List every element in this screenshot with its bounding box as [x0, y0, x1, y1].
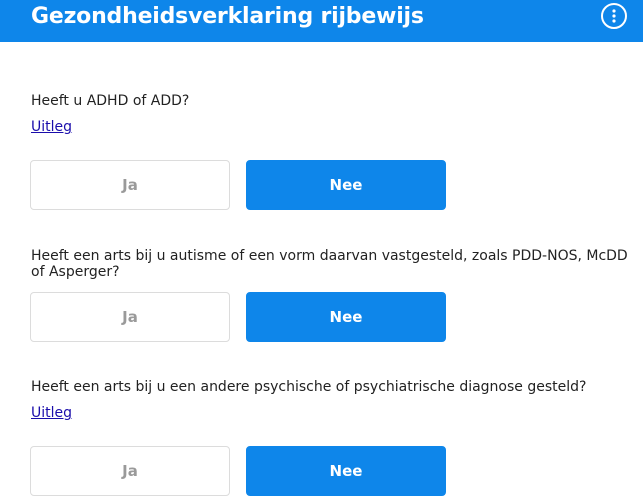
question-adhd: Heeft u ADHD of ADD? [31, 93, 190, 109]
question-autisme: Heeft een arts bij u autisme of een vorm… [31, 248, 628, 280]
question-psychische-diagnose: Heeft een arts bij u een andere psychisc… [31, 379, 587, 395]
answer-nee-button-autisme[interactable]: Nee [246, 292, 446, 342]
answer-ja-button-adhd[interactable]: Ja [30, 160, 230, 210]
answer-nee-button-psychische-diagnose[interactable]: Nee [246, 446, 446, 496]
page-title: Gezondheidsverklaring rijbewijs [31, 4, 424, 29]
answer-nee-button-adhd[interactable]: Nee [246, 160, 446, 210]
answer-ja-button-psychische-diagnose[interactable]: Ja [30, 446, 230, 496]
answer-ja-button-autisme[interactable]: Ja [30, 292, 230, 342]
more-vertical-icon [612, 9, 616, 23]
app-header: Gezondheidsverklaring rijbewijs [0, 0, 643, 42]
uitleg-link-adhd[interactable]: Uitleg [31, 119, 72, 135]
more-menu-button[interactable] [601, 3, 627, 29]
uitleg-link-psychische-diagnose[interactable]: Uitleg [31, 405, 72, 421]
